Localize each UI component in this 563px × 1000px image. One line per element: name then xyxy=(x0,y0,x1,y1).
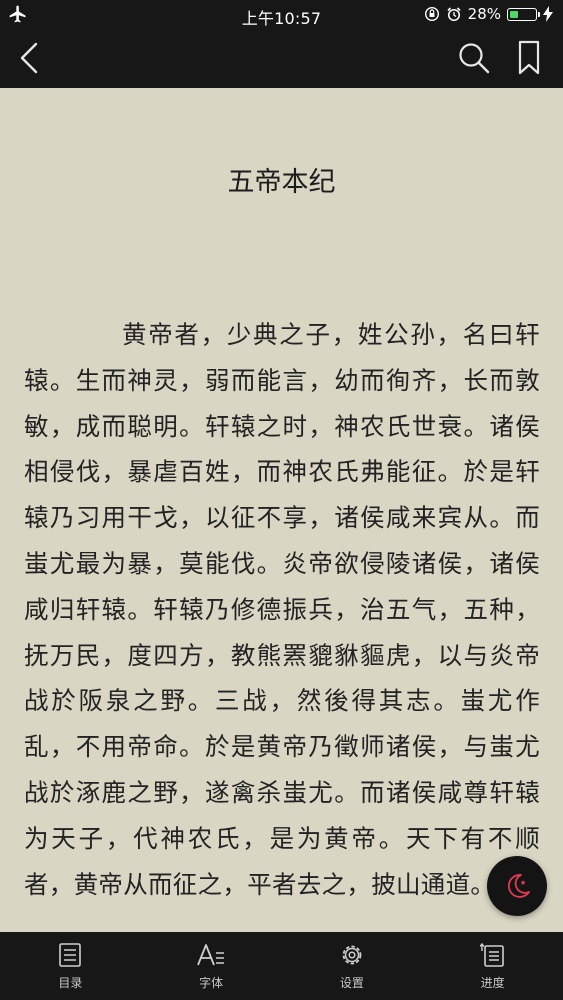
reading-page[interactable]: 五帝本纪 黄帝者，少典之子，姓公孙，名曰轩辕。生而神灵，弱而能言，幼而徇齐，长而… xyxy=(0,88,563,932)
toolbar-item-font[interactable]: 字体 xyxy=(141,932,282,1000)
back-button[interactable] xyxy=(12,38,48,78)
status-bar: 上午10:57 28% xyxy=(0,0,563,28)
toolbar-label-settings: 设置 xyxy=(339,976,364,990)
toolbar-item-contents[interactable]: 目录 xyxy=(0,932,141,1000)
toolbar-label-progress: 进度 xyxy=(480,976,505,990)
toolbar-item-settings[interactable]: 设置 xyxy=(282,932,423,1000)
status-indicators: 28% xyxy=(424,4,553,24)
moon-icon xyxy=(507,874,530,898)
top-bar: 上午10:57 28% xyxy=(0,0,563,88)
charging-icon xyxy=(543,6,553,22)
toolbar-label-font: 字体 xyxy=(199,976,224,990)
chapter-text: 黄帝者，少典之子，姓公孙，名曰轩辕。生而神灵，弱而能言，幼而徇齐，长而敦敏，成而… xyxy=(24,320,540,899)
battery-percent: 28% xyxy=(467,5,501,23)
toolbar-item-progress[interactable]: 进度 xyxy=(422,932,563,1000)
gear-icon xyxy=(342,945,362,965)
list-icon xyxy=(59,943,82,967)
chapter-title: 五帝本纪 xyxy=(227,167,336,198)
toolbar-label-contents: 目录 xyxy=(58,976,83,990)
bookmark-button[interactable] xyxy=(514,39,544,77)
night-mode-button[interactable] xyxy=(487,856,547,916)
search-button[interactable] xyxy=(456,40,492,76)
alarm-icon xyxy=(447,7,461,22)
bottom-toolbar: 目录 字体 设置 进度 xyxy=(0,932,563,1000)
reader-nav-bar xyxy=(0,28,563,88)
progress-icon xyxy=(479,942,504,967)
font-icon xyxy=(197,944,225,966)
orientation-lock-icon xyxy=(424,6,439,22)
battery-icon xyxy=(507,7,540,21)
battery-level xyxy=(510,10,518,18)
